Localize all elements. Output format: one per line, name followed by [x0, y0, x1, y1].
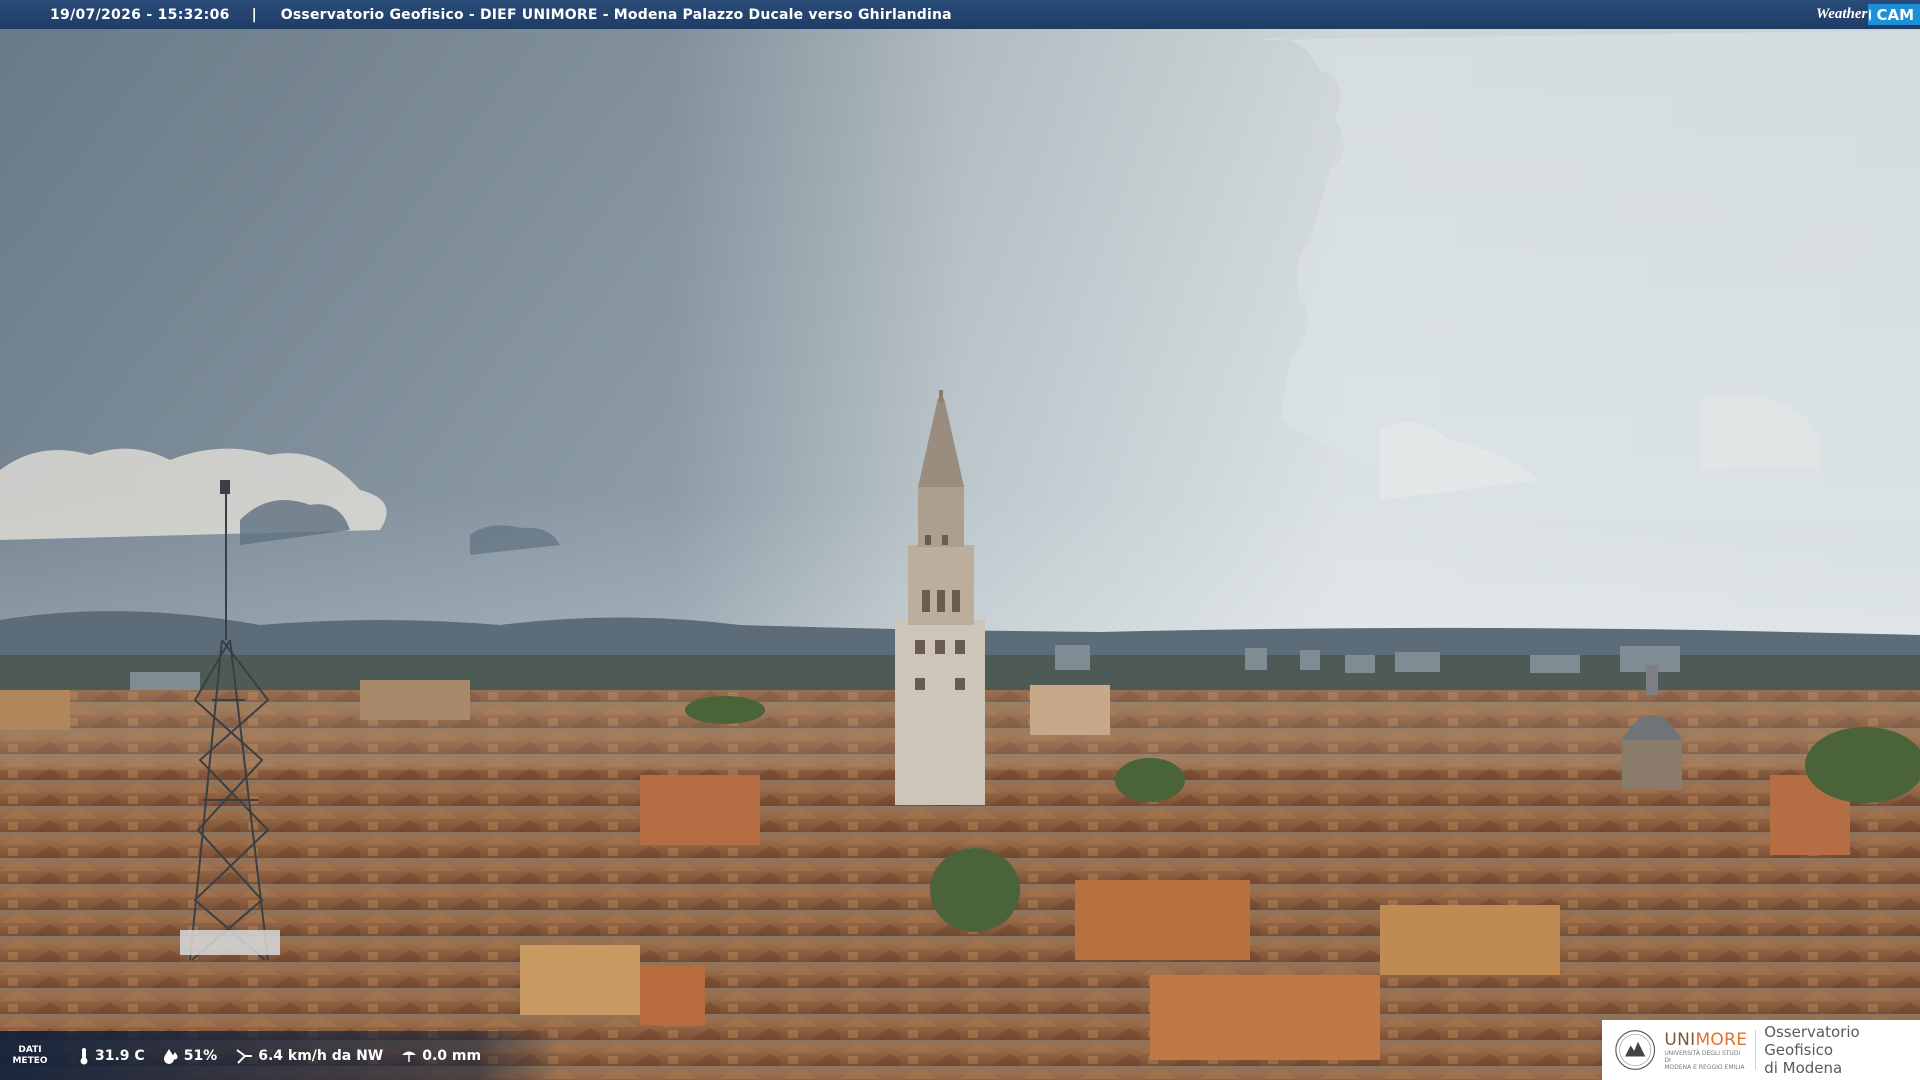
- unimore-name-b: MORE: [1695, 1029, 1748, 1050]
- thermometer-icon: [80, 1047, 88, 1064]
- wind-reading: 6.4 km/h da NW: [235, 1047, 383, 1065]
- timestamp: 19/07/2026 - 15:32:06: [50, 6, 230, 23]
- wind-value: 6.4 km/h da NW: [258, 1047, 384, 1064]
- logo-divider: [1755, 1030, 1757, 1070]
- wind-vane-icon: [236, 1048, 253, 1064]
- caption-bar: 19/07/2026 - 15:32:06 | Osservatorio Geo…: [0, 0, 1920, 29]
- observatory-line1: Osservatorio Geofisico: [1764, 1023, 1860, 1059]
- meteo-bar: DATI METEO 31.9 C 51% 6.4 km/h da NW 0.0…: [0, 1031, 560, 1080]
- unimore-sub2: MODENA E REGGIO EMILIA: [1664, 1063, 1745, 1071]
- humidity-reading: 51%: [163, 1047, 218, 1064]
- temperature-value: 31.9 C: [95, 1047, 145, 1064]
- unimore-sub1: UNIVERSITÀ DEGLI STUDI DI: [1664, 1049, 1741, 1064]
- unimore-wordmark: UNIMORE UNIVERSITÀ DEGLI STUDI DI MODENA…: [1664, 1030, 1747, 1071]
- rain-reading: 0.0 mm: [401, 1048, 481, 1064]
- rain-gauge-icon: [402, 1051, 417, 1062]
- unimore-logo: UNIMORE UNIVERSITÀ DEGLI STUDI DI MODENA…: [1602, 1020, 1920, 1080]
- webcam-image: [0, 0, 1920, 1080]
- temperature-reading: 31.9 C: [78, 1047, 145, 1065]
- observatory-name: Osservatorio Geofisico di Modena: [1764, 1023, 1920, 1077]
- observatory-line2: di Modena: [1764, 1059, 1843, 1077]
- meteo-label: DATI METEO: [0, 1045, 60, 1067]
- weathercam-logo: Weather CAM: [1816, 0, 1920, 29]
- humidity-value: 51%: [183, 1047, 218, 1064]
- rain-value: 0.0 mm: [422, 1047, 482, 1064]
- university-seal-icon: [1615, 1030, 1656, 1070]
- droplet-icon: [163, 1048, 178, 1064]
- unimore-name-a: UNI: [1664, 1029, 1696, 1050]
- meteo-label-line1: DATI: [18, 1044, 42, 1055]
- meteo-label-line2: METEO: [12, 1055, 48, 1066]
- caption-separator: |: [251, 6, 257, 23]
- brand-weather-text: Weather: [1816, 6, 1868, 22]
- brand-cam-text: CAM: [1868, 4, 1920, 25]
- camera-location: Osservatorio Geofisico - DIEF UNIMORE - …: [280, 6, 952, 23]
